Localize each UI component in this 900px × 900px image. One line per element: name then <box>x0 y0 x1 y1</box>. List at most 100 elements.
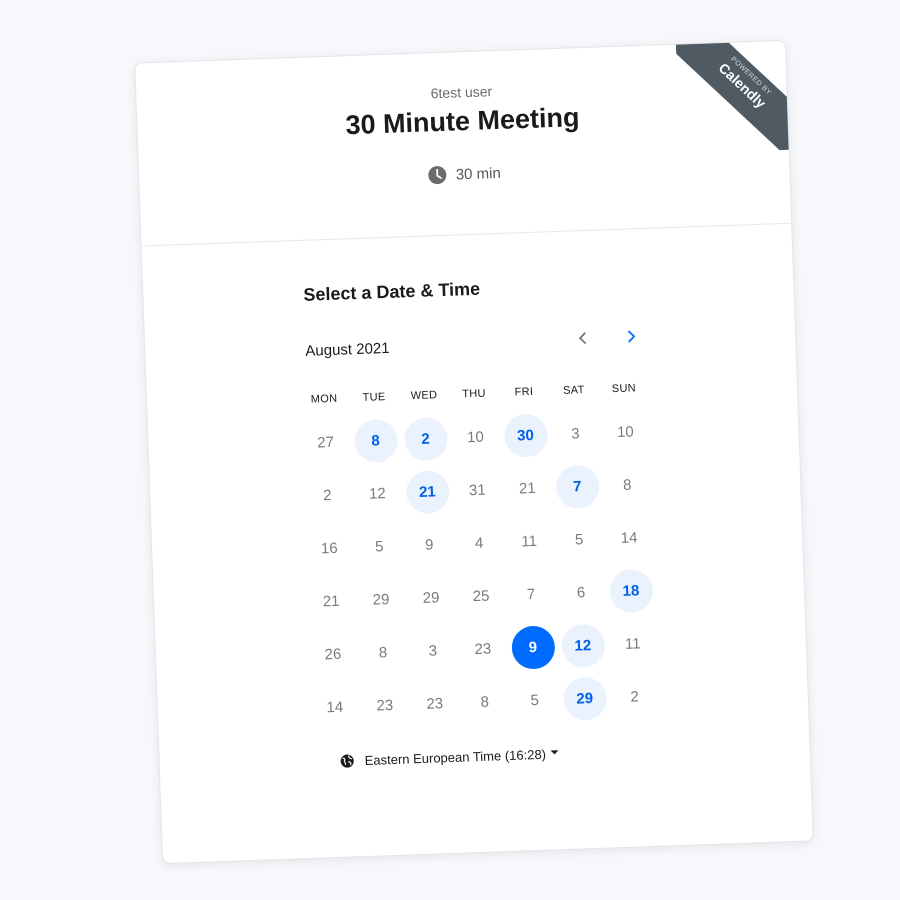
month-label: August 2021 <box>305 339 390 360</box>
calendar-day: 5 <box>553 513 605 568</box>
day-number: 23 <box>474 640 492 659</box>
day-number: 23 <box>426 695 444 713</box>
day-number: 9 <box>510 625 556 670</box>
calendar-day: 6 <box>555 565 607 620</box>
day-number: 3 <box>428 642 438 660</box>
calendar-day: 8 <box>357 625 409 680</box>
calendar-day: 16 <box>303 521 355 576</box>
timezone-label: Eastern European Time (16:28) <box>364 746 547 768</box>
calendar-day: 21 <box>501 461 553 516</box>
booking-card: 6test user 30 Minute Meeting 30 min POWE… <box>134 39 814 865</box>
day-number: 14 <box>620 529 638 547</box>
page-background: 6test user 30 Minute Meeting 30 min POWE… <box>0 0 900 900</box>
calendar-day: 29 <box>355 572 407 627</box>
weekday-wed: WED <box>410 389 438 403</box>
day-number: 4 <box>474 534 484 553</box>
available-date-button[interactable]: 2 <box>400 412 452 467</box>
available-date-button[interactable]: 7 <box>551 460 603 515</box>
calendar-day: 14 <box>603 511 655 566</box>
ribbon-band: POWERED BY Calendly <box>675 39 790 154</box>
calendar-day: 5 <box>353 520 405 575</box>
day-number: 23 <box>376 696 394 715</box>
calendar-day: 29 <box>405 571 457 626</box>
available-date-button[interactable]: 21 <box>401 465 453 520</box>
day-number: 29 <box>562 676 607 722</box>
day-number: 30 <box>503 413 548 458</box>
day-number: 10 <box>466 428 485 447</box>
calendar-day: 26 <box>307 627 359 682</box>
calendar-day: 14 <box>309 680 361 735</box>
day-number: 9 <box>424 536 434 554</box>
calendar-grid: 27 8 2 10 30 3 10 2 12 21 31 21 7 8 16 5 9 4 11 5 14 21 29 29 25… <box>300 405 661 735</box>
calendar-day: 11 <box>607 617 659 672</box>
day-number: 2 <box>630 688 640 706</box>
available-date-button[interactable]: 29 <box>559 671 611 726</box>
weekday-header-row: MON TUE WED THU FRI SAT SUN <box>299 382 649 406</box>
calendar-day: 7 <box>505 567 557 622</box>
available-date-button[interactable]: 18 <box>605 564 657 619</box>
day-number: 7 <box>526 585 536 604</box>
day-number: 8 <box>480 693 490 711</box>
available-date-button[interactable]: 8 <box>350 414 402 469</box>
calendar-day: 8 <box>459 675 511 730</box>
day-number: 21 <box>405 469 450 515</box>
calendar-day: 8 <box>601 458 653 513</box>
available-date-button[interactable]: 12 <box>557 618 609 673</box>
day-number: 14 <box>326 698 344 717</box>
calendar-day: 2 <box>302 468 354 523</box>
day-number: 7 <box>555 464 600 510</box>
day-number: 5 <box>574 531 584 549</box>
calendar-day: 4 <box>453 516 505 571</box>
day-number: 2 <box>403 416 448 462</box>
section-title: Select a Date & Time <box>303 278 481 305</box>
calendar-day: 23 <box>457 622 509 677</box>
calendar-day: 25 <box>455 569 507 624</box>
day-number: 2 <box>322 487 332 505</box>
day-number: 5 <box>530 691 540 710</box>
duration-label: 30 min <box>455 164 502 183</box>
day-number: 11 <box>521 532 538 551</box>
day-number: 21 <box>322 592 340 611</box>
caret-down-icon <box>550 750 559 755</box>
day-number: 21 <box>518 479 536 498</box>
powered-by-ribbon[interactable]: POWERED BY Calendly <box>675 39 790 154</box>
weekday-thu: THU <box>462 387 486 401</box>
day-number: 8 <box>622 476 632 494</box>
previous-month-button[interactable] <box>570 327 597 354</box>
calendar-day: 23 <box>409 677 461 732</box>
weekday-tue: TUE <box>362 391 386 404</box>
next-month-button[interactable] <box>618 325 645 352</box>
calendar-day: 11 <box>503 514 555 569</box>
day-number: 18 <box>608 568 654 614</box>
day-number: 29 <box>372 591 390 609</box>
calendar-day: 3 <box>550 407 602 462</box>
selected-date-button[interactable]: 9 <box>507 620 559 675</box>
calendar-day: 27 <box>300 415 352 470</box>
chevron-right-icon <box>625 329 638 348</box>
calendar-day: 21 <box>305 574 357 629</box>
weekday-mon: MON <box>310 392 338 406</box>
day-number: 3 <box>570 425 580 443</box>
weekday-sat: SAT <box>562 384 585 397</box>
weekday-sun: SUN <box>611 382 637 396</box>
calendar-day: 10 <box>450 410 502 465</box>
day-number: 8 <box>378 644 388 662</box>
month-navigation: August 2021 <box>305 329 636 365</box>
day-number: 25 <box>472 587 490 606</box>
calendar-day: 3 <box>407 624 459 679</box>
calendar-day: 9 <box>403 518 455 573</box>
timezone-selector[interactable]: Eastern European Time (16:28) <box>339 746 559 769</box>
calendar-day: 31 <box>451 463 503 518</box>
day-number: 26 <box>324 645 342 664</box>
calendar-day: 12 <box>351 467 403 522</box>
clock-icon <box>427 165 448 186</box>
day-number: 16 <box>320 539 338 558</box>
day-number: 12 <box>560 623 606 669</box>
calendar-day: 10 <box>599 405 651 460</box>
calendar-day: 2 <box>609 670 661 725</box>
scheduler-panel: Select a Date & Time August 2021 MON TUE… <box>142 224 813 863</box>
day-number: 31 <box>468 481 486 500</box>
weekday-fri: FRI <box>514 385 534 399</box>
day-number: 6 <box>576 584 586 602</box>
available-date-button[interactable]: 30 <box>500 408 552 463</box>
